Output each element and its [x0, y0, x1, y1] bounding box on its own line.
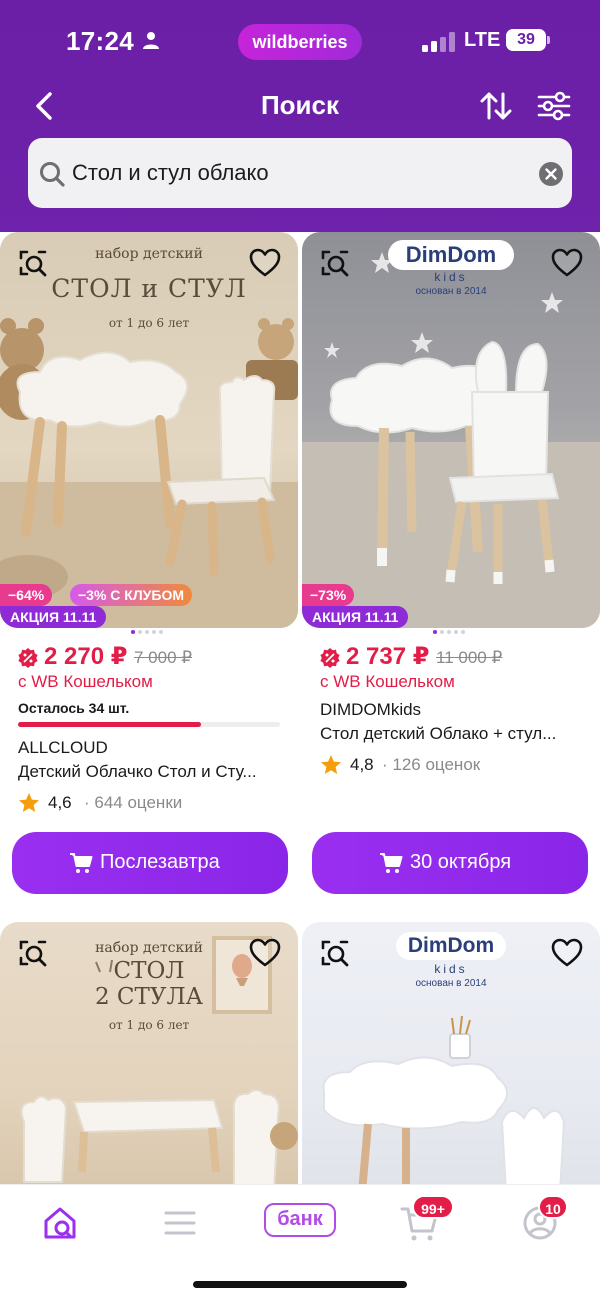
battery-icon: 39 [506, 29, 550, 53]
favorite-heart-icon[interactable] [248, 246, 282, 280]
pagination-dot [440, 630, 444, 634]
rating-value: 4,8 [350, 755, 374, 774]
back-icon[interactable] [30, 88, 60, 124]
wallet-note: с WB Кошельком [320, 672, 455, 691]
wallet-note: с WB Кошельком [18, 672, 153, 691]
price: 2 270 ₽ [44, 643, 128, 670]
wallet-discount-icon [320, 648, 340, 668]
status-bar: 17:24 wildberries LTE 39 [0, 0, 600, 84]
favorite-heart-icon[interactable] [550, 246, 584, 280]
product-name[interactable]: Стол детский Облако + стул... [320, 724, 582, 744]
image-logo: DimDom [388, 240, 514, 270]
search-value: Стол и стул облако [72, 160, 269, 185]
price: 2 737 ₽ [346, 643, 430, 670]
rating-value: 4,6 [48, 793, 72, 812]
brand-logo: wildberries [238, 24, 362, 60]
club-discount-badge: −3% С КЛУБОМ [70, 584, 192, 606]
similar-search-icon[interactable] [16, 936, 50, 970]
stock-bar-fill [18, 722, 202, 727]
favorite-heart-icon[interactable] [248, 936, 282, 970]
delivery-label: 30 октября [410, 851, 512, 873]
product-card[interactable]: DimDom kids основан в 2014 −73% АКЦИЯ 11… [302, 232, 600, 912]
clear-icon[interactable] [538, 161, 564, 187]
search-icon [40, 162, 65, 187]
tab-bar: банк 99+ 10 [0, 1184, 600, 1300]
add-to-cart-button[interactable]: 30 октября [312, 832, 588, 894]
product-card[interactable]: набор детский СТОЛ 2 СТУЛА от 1 до 6 лет [0, 922, 300, 1184]
image-age: от 1 до 6 лет [108, 316, 190, 330]
home-search-icon[interactable] [38, 1203, 82, 1243]
add-to-cart-button[interactable]: Послезавтра [12, 832, 288, 894]
product-image[interactable]: набор детский СТОЛ и СТУЛ от 1 до 6 лет … [0, 232, 298, 628]
product-image[interactable]: DimDom kids основан в 2014 [302, 922, 600, 1184]
signal-icon [422, 32, 455, 52]
review-count: · 644 оценки [84, 793, 183, 812]
cart-badge: 99+ [412, 1195, 454, 1219]
pagination-dot [447, 630, 451, 634]
old-price: 11 000 ₽ [436, 648, 503, 667]
search-input[interactable]: Стол и стул облако [28, 138, 572, 208]
battery-tip [547, 36, 550, 44]
product-image[interactable]: набор детский СТОЛ 2 СТУЛА от 1 до 6 лет [0, 922, 298, 1184]
similar-search-icon[interactable] [16, 246, 50, 280]
person-icon [143, 32, 159, 49]
discount-badge: −64% [0, 584, 53, 606]
old-price: 7 000 ₽ [134, 648, 193, 667]
delivery-label: Послезавтра [100, 851, 220, 873]
pagination-dot [461, 630, 465, 634]
image-logo: DimDom [396, 932, 506, 960]
product-card[interactable]: DimDom kids основан в 2014 [302, 922, 600, 1184]
sort-icon[interactable] [478, 88, 514, 124]
catalog-menu-icon[interactable] [158, 1203, 202, 1243]
nav-row: Поиск [0, 84, 600, 130]
image-founded: основан в 2014 [415, 978, 487, 989]
battery-level: 39 [506, 29, 546, 51]
star-icon [19, 793, 39, 812]
pagination-dot [454, 630, 458, 634]
header: 17:24 wildberries LTE 39 Поиск Стол и ст… [0, 0, 600, 232]
discount-badge: −73% [302, 584, 355, 606]
product-grid: набор детский СТОЛ и СТУЛ от 1 до 6 лет … [0, 232, 600, 1184]
image-title-2: 2 СТУЛА [94, 984, 204, 1010]
promo-badge: АКЦИЯ 11.11 [0, 606, 107, 628]
pagination-dot [131, 630, 135, 634]
pagination-dot [145, 630, 149, 634]
network-label: LTE [464, 29, 501, 51]
product-name[interactable]: Детский Облачко Стол и Сту... [18, 762, 280, 782]
similar-search-icon[interactable] [318, 246, 352, 280]
star-icon [321, 755, 341, 774]
promo-badge: АКЦИЯ 11.11 [302, 606, 409, 628]
pagination-dot [433, 630, 437, 634]
bank-tab[interactable]: банк [264, 1203, 336, 1237]
stock-left: Осталось 34 шт. [18, 700, 130, 716]
review-count: · 126 оценок [382, 755, 481, 774]
pagination-dot [152, 630, 156, 634]
profile-badge: 10 [538, 1195, 568, 1219]
brand-name: DIMDOMkids [320, 700, 422, 719]
product-image[interactable]: DimDom kids основан в 2014 −73% АКЦИЯ 11… [302, 232, 600, 628]
pagination-dot [138, 630, 142, 634]
brand-name: ALLCLOUD [18, 738, 108, 757]
pagination-dot [159, 630, 163, 634]
cart-icon [70, 853, 93, 873]
status-time: 17:24 [66, 26, 134, 56]
similar-search-icon[interactable] [318, 936, 352, 970]
product-card[interactable]: набор детский СТОЛ и СТУЛ от 1 до 6 лет … [0, 232, 300, 912]
home-indicator [193, 1281, 407, 1288]
image-founded: основан в 2014 [415, 286, 487, 297]
stock-bar [18, 722, 280, 727]
cart-icon [380, 853, 403, 873]
image-age: от 1 до 6 лет [108, 1018, 190, 1032]
favorite-heart-icon[interactable] [550, 936, 584, 970]
filter-icon[interactable] [536, 88, 572, 124]
wallet-discount-icon [18, 648, 38, 668]
